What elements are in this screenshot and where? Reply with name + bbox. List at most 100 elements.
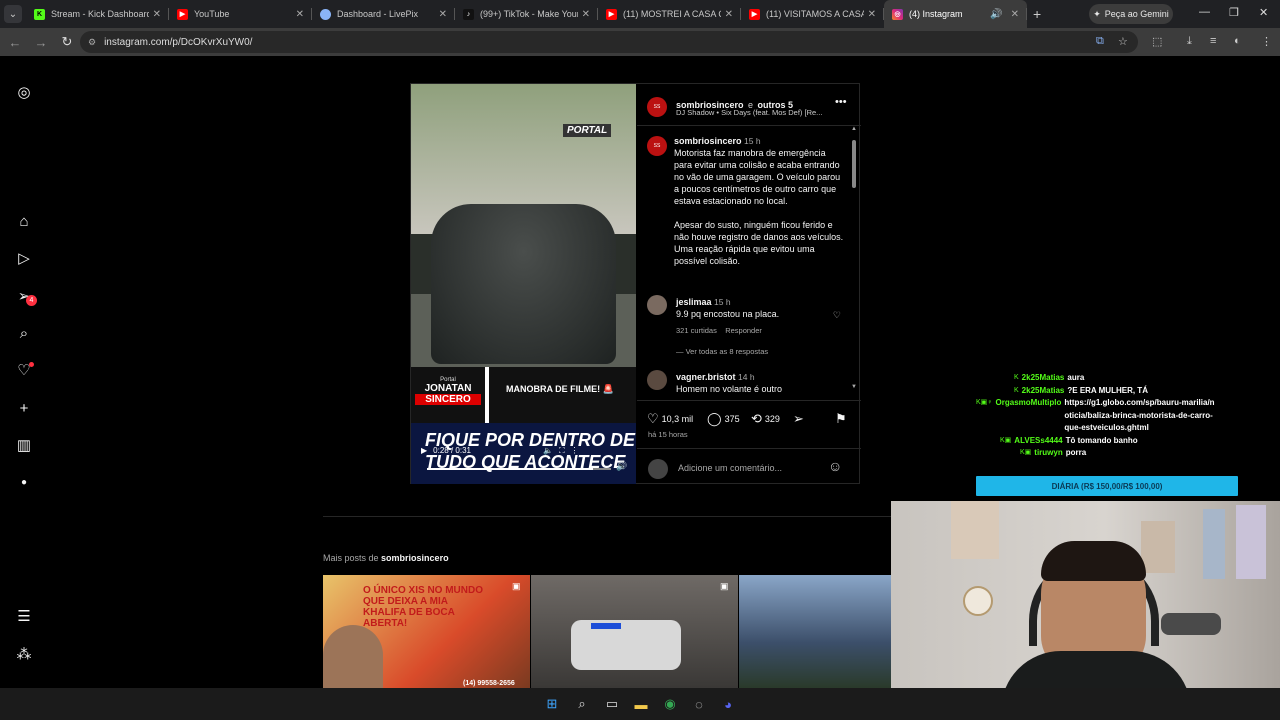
post-thumbnail[interactable]: ▣	[531, 575, 738, 688]
view-replies-link[interactable]: Ver todas as 8 respostas	[686, 347, 769, 356]
like-button[interactable]: ♡ 10,3 mil	[647, 411, 693, 427]
profile-avatar[interactable]: ●	[15, 473, 33, 491]
close-icon[interactable]: ✕	[582, 9, 590, 20]
tab-search-button[interactable]: ⌄	[4, 5, 22, 23]
kick-badge-icon: K▣	[1020, 449, 1032, 456]
mute-icon[interactable]: 🔊	[616, 461, 627, 472]
post-thumbnail[interactable]	[739, 575, 891, 688]
chrome-icon[interactable]: ◉	[662, 696, 678, 712]
windows-start-icon[interactable]: ⊞	[544, 696, 560, 712]
comments-scrollbar[interactable]: ▲ ▼	[851, 126, 857, 392]
audio-track[interactable]: DJ Shadow • Six Days (feat. Mos Def) [Re…	[676, 108, 822, 117]
extensions-icon[interactable]: ⬚	[1152, 35, 1162, 48]
add-comment-bar: Adicione um comentário... ☺	[637, 448, 861, 484]
browser-toolbar: ← → ↻ ⚙ instagram.com/p/DcOKvrXuYW0/ ⧉ ☆…	[0, 28, 1280, 56]
wall-poster	[951, 501, 999, 559]
instagram-logo-icon[interactable]: ◎	[15, 83, 33, 101]
comment-like-icon[interactable]: ♡	[833, 310, 841, 321]
fullscreen-icon[interactable]: ⛶	[559, 446, 565, 456]
shelf-object	[1161, 613, 1221, 635]
site-info-icon[interactable]: ⚙	[88, 37, 96, 48]
maximize-button[interactable]: ❐	[1229, 6, 1239, 19]
address-bar[interactable]: ⚙ instagram.com/p/DcOKvrXuYW0/	[80, 31, 1138, 53]
reload-button[interactable]: ↻	[56, 34, 78, 50]
tab-livepix[interactable]: Dashboard - LivePix ✕	[312, 0, 455, 28]
tab-instagram[interactable]: ◎ (4) Instagram 🔊 ✕	[884, 0, 1027, 28]
scroll-down-icon[interactable]: ▼	[851, 384, 857, 390]
more-menu-icon[interactable]: ☰	[15, 607, 33, 625]
repost-button[interactable]: ⟲ 329	[751, 411, 780, 427]
back-button[interactable]: ←	[4, 35, 26, 50]
wall-clock	[963, 586, 993, 616]
forward-button[interactable]: →	[30, 35, 52, 50]
send-icon: ➢	[793, 411, 804, 426]
youtube-icon: ▶	[749, 8, 760, 20]
new-tab-button[interactable]: +	[1033, 6, 1041, 22]
close-icon[interactable]: ✕	[296, 9, 304, 20]
more-options-icon[interactable]: •••	[835, 96, 847, 108]
download-icon[interactable]: ⤓	[1187, 35, 1192, 48]
comment-input[interactable]: Adicione um comentário...	[678, 463, 782, 473]
video-jonatan-logo: Portal JONATAN SINCERO	[415, 377, 481, 415]
wall-poster	[1203, 509, 1225, 579]
video-progress[interactable]	[427, 468, 611, 470]
instagram-sidebar: ◎ ⌂ ▷ ➢ 4 ⌕ ♡ + ▥ ● ☰ ⁂	[0, 56, 48, 688]
menu-icon[interactable]: ⋮	[1261, 35, 1272, 48]
kick-badge-icon: K	[1014, 386, 1019, 394]
close-icon[interactable]: ✕	[868, 9, 876, 20]
media-icon[interactable]: ≡	[1210, 35, 1216, 47]
streamer-hair	[1041, 541, 1146, 581]
close-icon[interactable]: ✕	[1011, 9, 1019, 20]
activity-dot	[29, 362, 34, 367]
post-info-panel: SS sombriosincero e outros 5 DJ Shadow •…	[637, 84, 861, 484]
thumbnail-person	[323, 625, 383, 688]
tab-youtube[interactable]: ▶ YouTube ✕	[169, 0, 312, 28]
window-close-button[interactable]: ✕	[1259, 6, 1268, 19]
meta-apps-icon[interactable]: ⁂	[15, 645, 33, 663]
minimize-button[interactable]: —	[1199, 6, 1210, 18]
close-icon[interactable]: ✕	[725, 9, 733, 20]
bookmark-star-icon[interactable]: ☆	[1118, 35, 1128, 48]
scroll-thumb[interactable]	[852, 140, 856, 188]
close-icon[interactable]: ✕	[439, 9, 447, 20]
task-view-icon[interactable]: ▭	[604, 696, 620, 712]
search-icon[interactable]: ⌕	[15, 324, 33, 342]
share-button[interactable]: ➢	[793, 411, 804, 427]
more-posts-heading: Mais posts de sombriosincero	[323, 553, 449, 563]
create-icon[interactable]: +	[15, 399, 33, 417]
search-icon[interactable]: ⌕	[574, 696, 590, 712]
post-video[interactable]: PORTAL Portal JONATAN SINCERO MANOBRA DE…	[411, 84, 636, 484]
tab-tiktok[interactable]: ♪ (99+) TikTok - Make Your Da ✕	[455, 0, 598, 28]
video-more-icon[interactable]: ⋮	[571, 446, 579, 456]
reels-icon[interactable]: ▷	[15, 249, 33, 267]
comment-item: vagner.bristot 14 h Homem no volante é o…	[637, 368, 847, 394]
file-explorer-icon[interactable]: ▬	[633, 696, 649, 712]
gemini-button[interactable]: ✦ Peça ao Gemini	[1089, 4, 1173, 24]
home-icon[interactable]: ⌂	[15, 212, 33, 230]
kick-badge-icon: K	[1014, 374, 1019, 381]
play-icon[interactable]: ▶	[421, 446, 427, 456]
post-thumbnail[interactable]: O ÚNICO XIS NO MUNDO QUE DEIXA A MIA KHA…	[323, 575, 530, 688]
discord-icon[interactable]: ◕	[720, 696, 736, 712]
author-avatar[interactable]: SS	[647, 97, 667, 117]
volume-icon[interactable]: 🔈	[543, 446, 553, 456]
translate-icon[interactable]: ⧉	[1096, 35, 1104, 48]
dashboard-icon[interactable]: ▥	[15, 436, 33, 454]
video-portal-logo: PORTAL	[563, 124, 612, 137]
tab-youtube-2[interactable]: ▶ (11) MOSTREI A CASA QUE ✕	[598, 0, 741, 28]
profile-avatar[interactable]: ◐	[1234, 35, 1241, 47]
comment-button[interactable]: ◯ 375	[707, 411, 740, 427]
video-divider	[485, 367, 489, 423]
obs-icon[interactable]: ◌	[691, 696, 707, 712]
emoji-icon[interactable]: ☺	[828, 458, 842, 474]
commenter-avatar[interactable]	[647, 370, 667, 390]
save-button[interactable]: ⚑	[835, 411, 847, 427]
tab-youtube-3[interactable]: ▶ (11) VISITAMOS A CASA DA ✕	[741, 0, 884, 28]
video-headline: MANOBRA DE FILME! 🚨	[506, 384, 614, 394]
caption-avatar[interactable]: SS	[647, 136, 667, 156]
scroll-up-icon[interactable]: ▲	[851, 126, 857, 132]
speaker-icon[interactable]: 🔊	[990, 9, 1002, 20]
commenter-avatar[interactable]	[647, 295, 667, 315]
close-icon[interactable]: ✕	[153, 9, 161, 20]
tab-kick[interactable]: K Stream - Kick Dashboard ✕	[26, 0, 169, 28]
